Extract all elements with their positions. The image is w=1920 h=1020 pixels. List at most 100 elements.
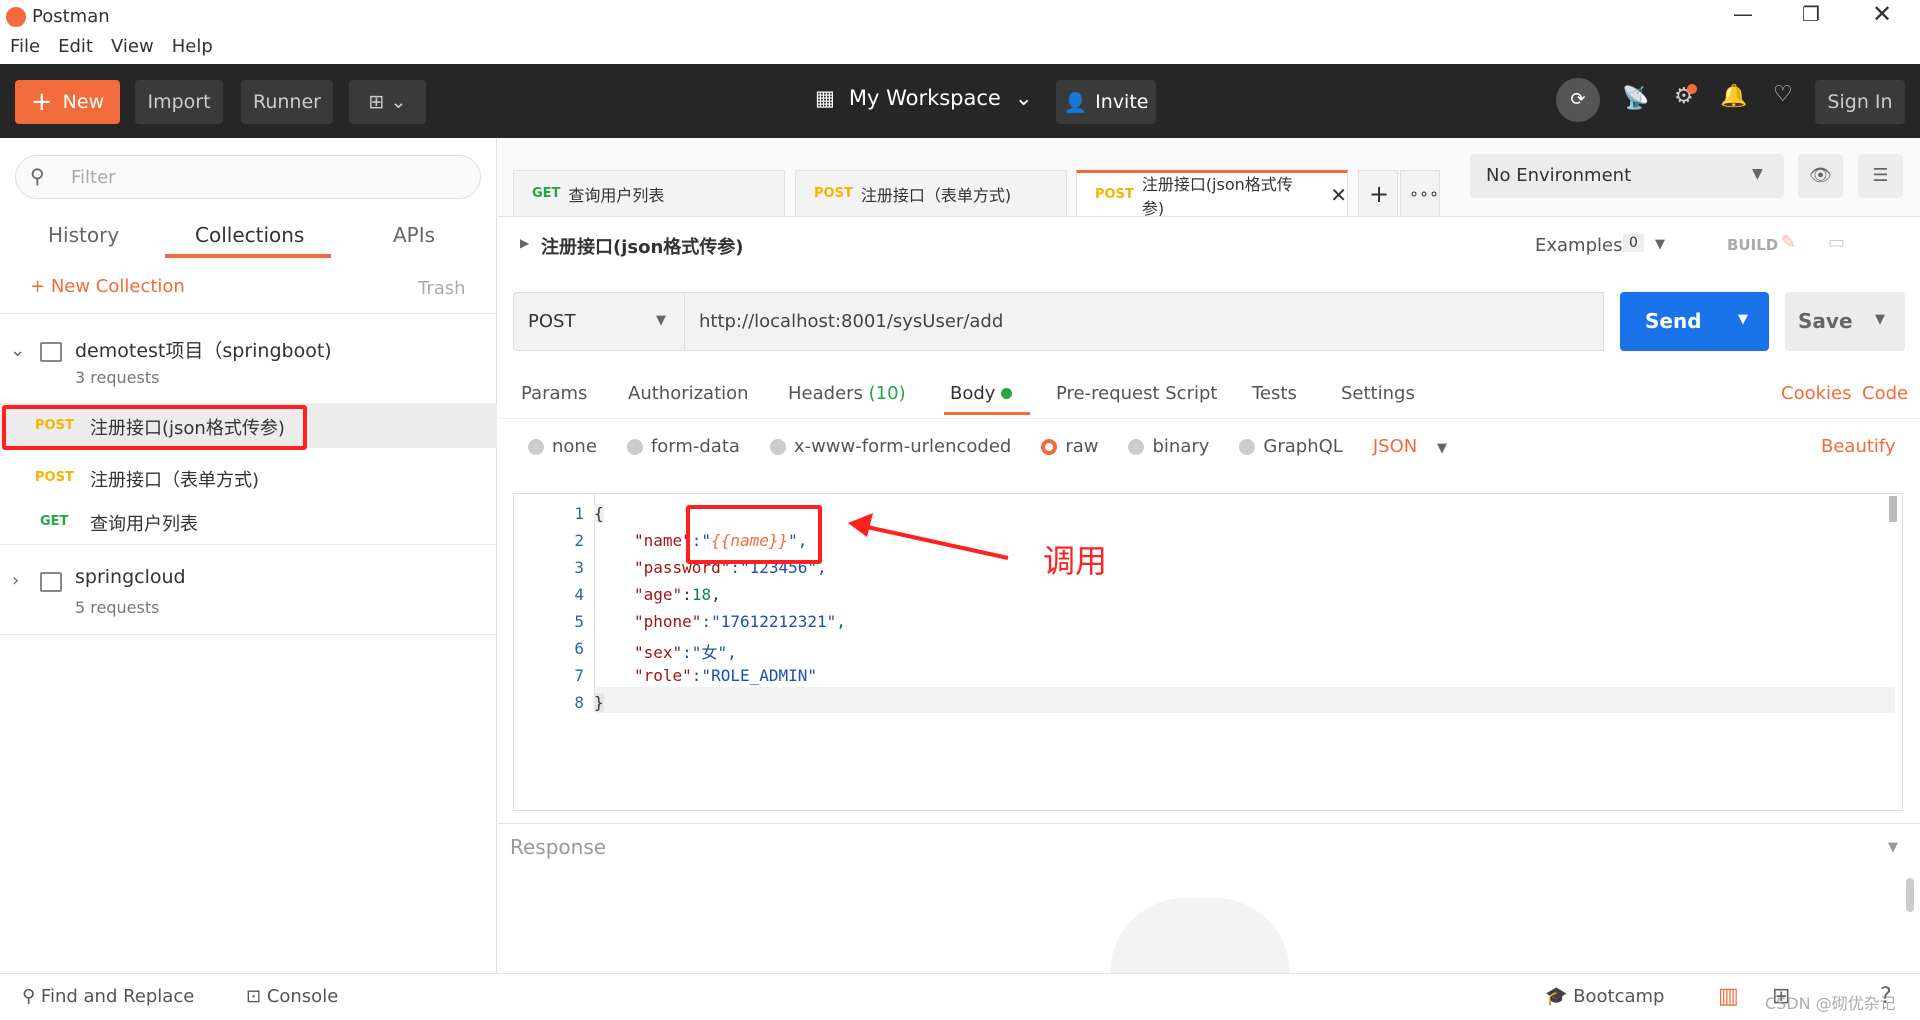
tab-history[interactable]: History bbox=[48, 223, 119, 247]
tab-pre-request-script[interactable]: Pre-request Script bbox=[1056, 383, 1217, 404]
tab-headers[interactable]: Headers (10) bbox=[788, 383, 906, 404]
menu-view[interactable]: View bbox=[111, 36, 154, 64]
chevron-right-icon: › bbox=[12, 570, 20, 591]
code-line: "sex":"女", bbox=[634, 643, 737, 662]
new-window-button[interactable]: ⊞ ⌄ bbox=[349, 80, 426, 124]
response-scrollbar[interactable] bbox=[1906, 878, 1914, 912]
close-window-button[interactable]: ✕ bbox=[1872, 0, 1892, 28]
bootcamp-button[interactable]: 🎓 Bootcamp bbox=[1545, 986, 1664, 1007]
divider bbox=[0, 544, 497, 545]
radio-urlencoded[interactable]: x-www-form-urlencoded bbox=[769, 436, 1011, 457]
environment-select[interactable]: No Environment ▼ bbox=[1470, 154, 1784, 198]
workspace-switcher[interactable]: ▦ My Workspace ⌄ bbox=[815, 86, 1032, 110]
collection-name: springcloud bbox=[75, 566, 186, 588]
radio-raw[interactable]: raw bbox=[1041, 436, 1098, 457]
new-collection-button[interactable]: + New Collection bbox=[30, 276, 185, 297]
collapse-response-icon[interactable]: ▼ bbox=[1888, 840, 1898, 855]
body-format-select[interactable]: JSON ▼ bbox=[1373, 436, 1447, 457]
new-button[interactable]: + New bbox=[15, 80, 120, 124]
menu-help[interactable]: Help bbox=[172, 36, 213, 64]
tab-collections[interactable]: Collections bbox=[195, 223, 304, 247]
request-name: 注册接口（表单方式) bbox=[90, 470, 260, 491]
filter-input[interactable]: ⚲ Filter bbox=[15, 155, 481, 199]
menu-edit[interactable]: Edit bbox=[58, 36, 93, 64]
radio-none[interactable]: none bbox=[528, 436, 597, 457]
menu-file[interactable]: File bbox=[10, 36, 40, 64]
collection-name: demotest项目（springboot) bbox=[75, 340, 332, 362]
more-tabs-button[interactable]: ∘∘∘ bbox=[1400, 170, 1440, 216]
console-button[interactable]: ⊡ Console bbox=[246, 986, 338, 1007]
examples-count: 0 bbox=[1623, 234, 1644, 252]
method-badge: POST bbox=[35, 470, 74, 485]
tab-authorization[interactable]: Authorization bbox=[628, 383, 749, 404]
close-tab-icon[interactable]: ✕ bbox=[1330, 183, 1347, 207]
two-pane-icon[interactable]: ▥ bbox=[1718, 984, 1739, 1009]
notification-dot bbox=[1687, 84, 1697, 94]
request-tab[interactable]: POST 注册接口（表单方式) bbox=[795, 170, 1067, 216]
more-icon: ∘∘∘ bbox=[1409, 184, 1440, 203]
graduation-cap-icon: 🎓 bbox=[1545, 986, 1574, 1007]
tab-tests[interactable]: Tests bbox=[1252, 383, 1297, 404]
satellite-icon[interactable]: 📡 bbox=[1622, 86, 1649, 111]
examples-caret-icon[interactable]: ▼ bbox=[1655, 237, 1665, 252]
top-toolbar: + New Import Runner ⊞ ⌄ ▦ My Workspace ⌄ 👤 I… bbox=[0, 64, 1920, 138]
add-user-icon: 👤 bbox=[1063, 91, 1088, 114]
request-item[interactable]: POST 注册接口（表单方式) bbox=[0, 456, 497, 500]
send-options-caret-icon[interactable]: ▼ bbox=[1738, 312, 1748, 327]
code-link[interactable]: Code bbox=[1862, 383, 1908, 404]
divider bbox=[0, 313, 497, 314]
examples-label[interactable]: Examples bbox=[1535, 235, 1622, 256]
save-options-caret-icon[interactable]: ▼ bbox=[1875, 312, 1885, 327]
pencil-icon[interactable]: ✎ bbox=[1781, 232, 1796, 253]
tab-body[interactable]: Body bbox=[950, 383, 1013, 404]
import-button[interactable]: Import bbox=[135, 80, 223, 124]
build-mode[interactable]: BUILD bbox=[1727, 236, 1778, 254]
expand-caret-icon[interactable]: ▶ bbox=[520, 236, 529, 250]
sign-in-button[interactable]: Sign In bbox=[1815, 80, 1905, 124]
collection-demotest[interactable]: ⌄ demotest项目（springboot) 3 requests bbox=[0, 328, 497, 393]
method-select[interactable]: POST ▼ bbox=[513, 292, 685, 351]
manage-environments-button[interactable]: ☰ bbox=[1858, 154, 1903, 198]
divider bbox=[498, 823, 1920, 824]
add-tab-button[interactable]: + bbox=[1358, 170, 1398, 216]
cookies-link[interactable]: Cookies bbox=[1781, 383, 1851, 404]
bell-icon[interactable]: 🔔 bbox=[1720, 84, 1747, 109]
search-icon: ⚲ bbox=[30, 164, 45, 188]
console-icon: ⊡ bbox=[246, 986, 267, 1007]
find-replace-button[interactable]: ⚲ Find and Replace bbox=[22, 986, 194, 1007]
plus-icon: + bbox=[30, 276, 51, 297]
heart-icon[interactable]: ♡ bbox=[1773, 82, 1793, 107]
plus-icon: + bbox=[30, 87, 53, 117]
radio-form-data[interactable]: form-data bbox=[626, 436, 740, 457]
request-tab[interactable]: GET 查询用户列表 bbox=[513, 170, 785, 216]
save-button[interactable]: Save ▼ bbox=[1785, 292, 1905, 351]
filter-placeholder: Filter bbox=[71, 167, 116, 188]
runner-button[interactable]: Runner bbox=[241, 80, 333, 124]
radio-graphql[interactable]: GraphQL bbox=[1239, 436, 1343, 457]
tab-settings[interactable]: Settings bbox=[1341, 383, 1415, 404]
request-item[interactable]: GET 查询用户列表 bbox=[0, 500, 497, 544]
editor-scrollbar[interactable] bbox=[1889, 496, 1897, 522]
request-item-selected[interactable]: POST 注册接口(json格式传参) bbox=[0, 403, 497, 450]
collection-springcloud[interactable]: › springcloud 5 requests bbox=[0, 558, 497, 623]
beautify-link[interactable]: Beautify bbox=[1821, 436, 1896, 457]
tab-params[interactable]: Params bbox=[521, 383, 587, 404]
url-input[interactable]: http://localhost:8001/sysUser/add bbox=[685, 292, 1604, 351]
minimize-button[interactable]: — bbox=[1733, 2, 1753, 26]
plus-icon: + bbox=[1369, 179, 1390, 208]
sync-button[interactable]: ⟳ bbox=[1556, 78, 1600, 122]
folder-icon bbox=[40, 342, 62, 362]
comment-icon[interactable]: ▭ bbox=[1828, 232, 1845, 253]
invite-button[interactable]: 👤 Invite bbox=[1056, 80, 1156, 124]
trash-link[interactable]: Trash bbox=[418, 278, 466, 299]
send-button[interactable]: Send ▼ bbox=[1620, 292, 1769, 351]
url-value: http://localhost:8001/sysUser/add bbox=[699, 311, 1004, 332]
radio-binary[interactable]: binary bbox=[1128, 436, 1209, 457]
response-label: Response bbox=[510, 835, 607, 859]
restore-button[interactable]: ❐ bbox=[1802, 2, 1820, 26]
tab-apis[interactable]: APIs bbox=[393, 223, 435, 247]
environment-quick-look-button[interactable]: 👁 bbox=[1798, 154, 1843, 198]
request-tab-active[interactable]: POST 注册接口(json格式传参) ✕ bbox=[1076, 170, 1348, 218]
eye-icon: 👁 bbox=[1809, 165, 1832, 186]
search-icon: ⚲ bbox=[22, 986, 41, 1007]
